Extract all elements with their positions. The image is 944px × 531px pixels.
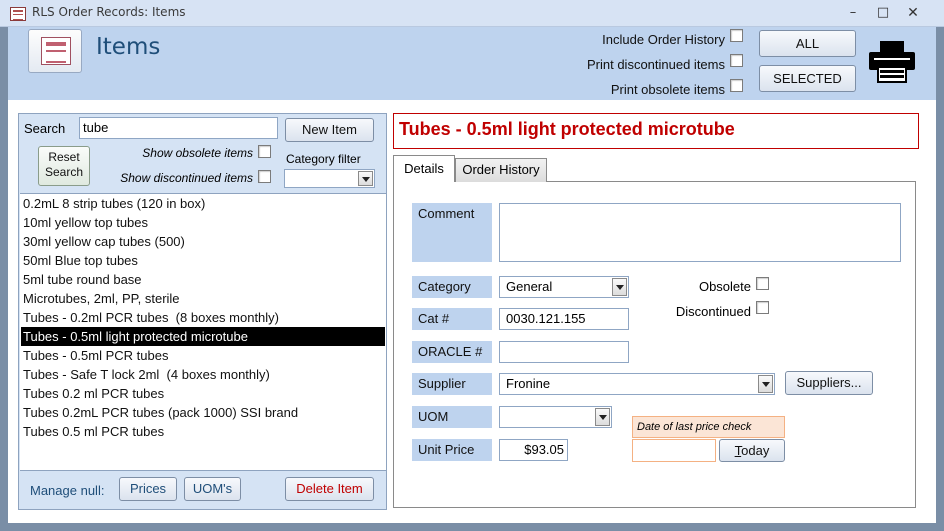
show-discontinued-label: Show discontinued items: [120, 171, 253, 185]
maximize-button[interactable]: □: [870, 3, 896, 23]
list-item[interactable]: Tubes 0.2mL PCR tubes (pack 1000) SSI br…: [21, 403, 385, 422]
item-list[interactable]: 0.2mL 8 strip tubes (120 in box) 10ml ye…: [20, 193, 386, 471]
unit-price-field[interactable]: $93.05: [499, 439, 568, 461]
cat-no-field[interactable]: 0030.121.155: [499, 308, 629, 330]
supplier-value: Fronine: [506, 376, 551, 391]
uom-label: UOM: [412, 406, 492, 428]
suppliers-button[interactable]: Suppliers...: [785, 371, 873, 395]
show-obsolete-checkbox[interactable]: [258, 145, 271, 158]
list-item[interactable]: 5ml tube round base: [21, 270, 385, 289]
show-discontinued-checkbox[interactable]: [258, 170, 271, 183]
print-discontinued-checkbox[interactable]: [730, 54, 743, 67]
search-input[interactable]: tube: [79, 117, 278, 139]
include-order-history-checkbox[interactable]: [730, 29, 743, 42]
tab-details[interactable]: Details: [393, 155, 455, 182]
show-obsolete-label: Show obsolete items: [142, 146, 253, 160]
minimize-button[interactable]: –: [840, 3, 866, 23]
discontinued-checkbox[interactable]: [756, 301, 769, 314]
prices-button[interactable]: Prices: [119, 477, 177, 501]
list-item[interactable]: 0.2mL 8 strip tubes (120 in box): [21, 194, 385, 213]
tab-order-history[interactable]: Order History: [455, 158, 547, 182]
uoms-button[interactable]: UOM's: [184, 477, 241, 501]
chevron-down-icon[interactable]: [595, 408, 610, 426]
form-title: Items: [96, 34, 161, 60]
obsolete-checkbox[interactable]: [756, 277, 769, 290]
app-form-icon: [10, 7, 26, 21]
list-item[interactable]: Tubes - 0.2ml PCR tubes (8 boxes monthly…: [21, 308, 385, 327]
price-check-label: Date of last price check: [632, 416, 785, 438]
list-item[interactable]: 30ml yellow cap tubes (500): [21, 232, 385, 251]
obsolete-label: Obsolete: [698, 279, 751, 294]
category-select[interactable]: General: [499, 276, 629, 298]
print-obsolete-checkbox[interactable]: [730, 79, 743, 92]
list-item-selected[interactable]: Tubes - 0.5ml light protected microtube: [21, 327, 385, 346]
close-button[interactable]: ✕: [900, 3, 926, 23]
comment-label: Comment: [412, 203, 492, 262]
list-item[interactable]: Tubes - Safe T lock 2ml (4 boxes monthly…: [21, 365, 385, 384]
delete-item-button[interactable]: Delete Item: [285, 477, 374, 501]
cat-no-label: Cat #: [412, 308, 492, 330]
reset-search-label-line1: Reset: [48, 150, 80, 164]
item-title: Tubes - 0.5ml light protected microtube: [399, 119, 735, 139]
chevron-down-icon[interactable]: [758, 375, 773, 393]
oracle-field[interactable]: [499, 341, 629, 363]
print-obsolete-label: Print obsolete items: [610, 82, 725, 97]
reset-search-label-line2: Search: [44, 165, 84, 179]
list-item[interactable]: Tubes - 0.5ml PCR tubes: [21, 346, 385, 365]
form-icon: [28, 29, 82, 73]
supplier-select[interactable]: Fronine: [499, 373, 775, 395]
comment-field[interactable]: [499, 203, 901, 262]
list-item[interactable]: Tubes 0.5 ml PCR tubes: [21, 422, 385, 441]
window-title: RLS Order Records: Items: [32, 5, 186, 19]
list-item[interactable]: 50ml Blue top tubes: [21, 251, 385, 270]
supplier-label: Supplier: [412, 373, 492, 395]
new-item-button[interactable]: New Item: [285, 118, 374, 142]
reset-search-button[interactable]: Reset Search: [38, 146, 90, 186]
list-item[interactable]: Tubes 0.2 ml PCR tubes: [21, 384, 385, 403]
printer-icon[interactable]: [868, 40, 916, 84]
unit-price-label: Unit Price: [412, 439, 492, 461]
category-label: Category: [412, 276, 492, 298]
print-discontinued-label: Print discontinued items: [586, 57, 725, 72]
price-check-date-field[interactable]: [632, 439, 716, 462]
uom-select[interactable]: [499, 406, 612, 428]
chevron-down-icon[interactable]: [612, 278, 627, 296]
print-all-button[interactable]: ALL: [759, 30, 856, 57]
search-label: Search: [24, 121, 66, 136]
category-value: General: [506, 279, 553, 294]
category-filter-label: Category filter: [286, 152, 361, 166]
include-order-history-label: Include Order History: [602, 32, 725, 47]
list-item[interactable]: Microtubes, 2ml, PP, sterile: [21, 289, 385, 308]
oracle-label: ORACLE #: [412, 341, 492, 363]
category-filter-select[interactable]: [284, 169, 375, 188]
today-button-label: oday: [741, 443, 770, 458]
list-item[interactable]: 10ml yellow top tubes: [21, 213, 385, 232]
print-selected-button[interactable]: SELECTED: [759, 65, 856, 92]
discontinued-label: Discontinued: [675, 304, 751, 319]
today-button[interactable]: Today: [719, 439, 785, 462]
manage-null-label: Manage null:: [30, 483, 105, 498]
chevron-down-icon[interactable]: [358, 171, 373, 186]
